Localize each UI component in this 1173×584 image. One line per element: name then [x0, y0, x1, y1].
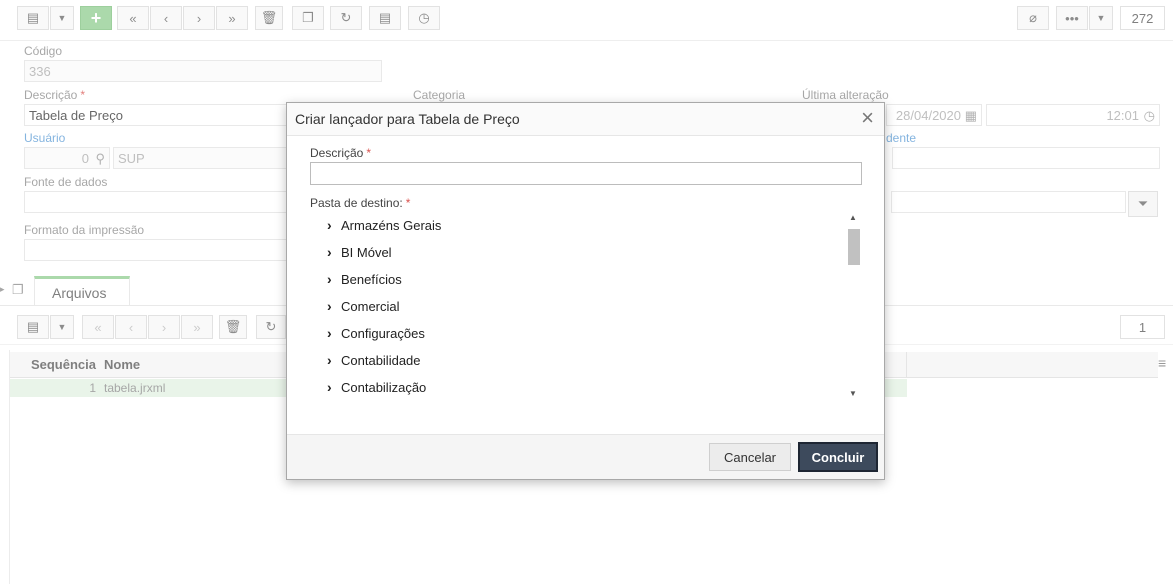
tree-folder-item[interactable]: › BI Móvel: [327, 244, 392, 260]
dialog-descricao-input[interactable]: [310, 162, 862, 185]
chevron-right-icon[interactable]: ›: [327, 325, 341, 341]
folder-tree-scrollbar[interactable]: ▲ ▼: [847, 213, 861, 403]
tree-folder-item[interactable]: › Contabilidade: [327, 352, 421, 368]
dialog-title: Criar lançador para Tabela de Preço: [295, 111, 520, 127]
confirm-button[interactable]: Concluir: [798, 442, 878, 472]
close-icon[interactable]: ×: [861, 107, 874, 129]
chevron-right-icon[interactable]: ›: [327, 352, 341, 368]
create-launcher-dialog: Criar lançador para Tabela de Preço × De…: [286, 102, 885, 480]
tree-folder-item[interactable]: › Configurações: [327, 325, 425, 341]
dialog-footer: Cancelar Concluir: [287, 434, 884, 479]
dialog-pasta-label: Pasta de destino: *: [310, 196, 411, 210]
chevron-right-icon[interactable]: ›: [327, 271, 341, 287]
tree-folder-item[interactable]: › Contabilização: [327, 379, 426, 395]
scroll-down-icon[interactable]: ▼: [849, 389, 857, 398]
scrollbar-thumb[interactable]: [848, 229, 860, 265]
tree-folder-item[interactable]: › Comercial: [327, 298, 400, 314]
chevron-right-icon[interactable]: ›: [327, 217, 341, 233]
tree-folder-item[interactable]: › Benefícios: [327, 271, 402, 287]
chevron-right-icon[interactable]: ›: [327, 379, 341, 395]
cancel-button[interactable]: Cancelar: [709, 443, 791, 471]
tree-folder-item[interactable]: › Armazéns Gerais: [327, 217, 441, 233]
dialog-header: Criar lançador para Tabela de Preço ×: [287, 103, 884, 136]
dialog-descricao-label: Descrição *: [310, 146, 372, 160]
chevron-right-icon[interactable]: ›: [327, 298, 341, 314]
folder-tree: › Armazéns Gerais › BI Móvel › Benefícios ›…: [323, 211, 861, 403]
scroll-up-icon[interactable]: ▲: [849, 213, 857, 222]
chevron-right-icon[interactable]: ›: [327, 244, 341, 260]
